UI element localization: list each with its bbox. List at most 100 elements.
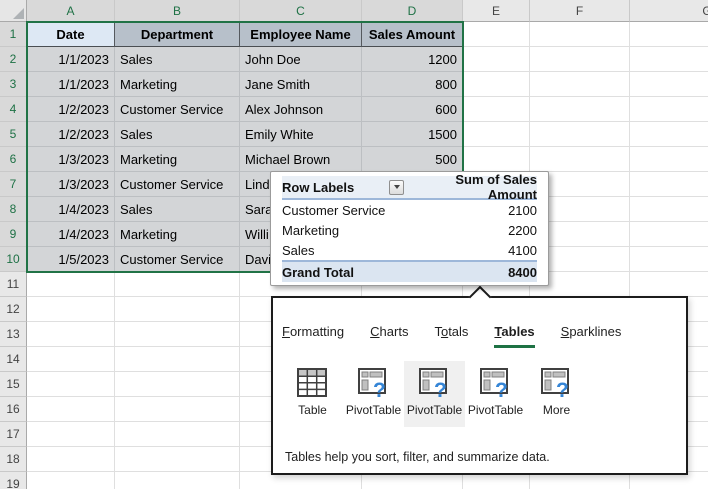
row-header-2[interactable]: 2 (0, 47, 27, 72)
column-header-A[interactable]: A (27, 0, 115, 22)
cell-B13[interactable] (115, 322, 240, 347)
cell-F5[interactable] (530, 122, 630, 147)
cell-E2[interactable] (463, 47, 530, 72)
cell-F6[interactable] (530, 147, 630, 172)
row-header-9[interactable]: 9 (0, 222, 27, 247)
gallery-item-table-1[interactable]: Table (282, 361, 343, 427)
cell-A16[interactable] (27, 397, 115, 422)
cell-A8[interactable]: 1/4/2023 (27, 197, 115, 222)
row-header-11[interactable]: 11 (0, 272, 27, 297)
cell-C1[interactable]: Employee Name (240, 22, 362, 47)
cell-B3[interactable]: Marketing (115, 72, 240, 97)
cell-B9[interactable]: Marketing (115, 222, 240, 247)
cell-D6[interactable]: 500 (362, 147, 463, 172)
cell-G3[interactable] (630, 72, 708, 97)
cell-B5[interactable]: Sales (115, 122, 240, 147)
column-header-B[interactable]: B (115, 0, 240, 22)
row-header-12[interactable]: 12 (0, 297, 27, 322)
cell-D4[interactable]: 600 (362, 97, 463, 122)
cell-A14[interactable] (27, 347, 115, 372)
cell-A4[interactable]: 1/2/2023 (27, 97, 115, 122)
row-header-8[interactable]: 8 (0, 197, 27, 222)
cell-A1[interactable]: Date (27, 22, 115, 47)
row-header-17[interactable]: 17 (0, 422, 27, 447)
gallery-item-pivottable-3[interactable]: ? PivotTable (404, 361, 465, 427)
gallery-item-pivottable-4[interactable]: ? PivotTable (465, 361, 526, 427)
select-all-button[interactable] (0, 0, 27, 22)
cell-A17[interactable] (27, 422, 115, 447)
cell-A10[interactable]: 1/5/2023 (27, 247, 115, 272)
cell-F1[interactable] (530, 22, 630, 47)
cell-G2[interactable] (630, 47, 708, 72)
cell-B8[interactable]: Sales (115, 197, 240, 222)
cell-D5[interactable]: 1500 (362, 122, 463, 147)
row-header-13[interactable]: 13 (0, 322, 27, 347)
cell-B7[interactable]: Customer Service (115, 172, 240, 197)
cell-B19[interactable] (115, 472, 240, 489)
cell-G4[interactable] (630, 97, 708, 122)
column-header-D[interactable]: D (362, 0, 463, 22)
cell-B10[interactable]: Customer Service (115, 247, 240, 272)
cell-A19[interactable] (27, 472, 115, 489)
row-header-18[interactable]: 18 (0, 447, 27, 472)
cell-E5[interactable] (463, 122, 530, 147)
cell-A7[interactable]: 1/3/2023 (27, 172, 115, 197)
cell-C5[interactable]: Emily White (240, 122, 362, 147)
cell-A6[interactable]: 1/3/2023 (27, 147, 115, 172)
cell-E6[interactable] (463, 147, 530, 172)
cell-D3[interactable]: 800 (362, 72, 463, 97)
cell-A15[interactable] (27, 372, 115, 397)
cell-E4[interactable] (463, 97, 530, 122)
cell-A9[interactable]: 1/4/2023 (27, 222, 115, 247)
cell-F2[interactable] (530, 47, 630, 72)
cell-D1[interactable]: Sales Amount (362, 22, 463, 47)
cell-D2[interactable]: 1200 (362, 47, 463, 72)
row-header-4[interactable]: 4 (0, 97, 27, 122)
cell-F4[interactable] (530, 97, 630, 122)
cell-E1[interactable] (463, 22, 530, 47)
gallery-item-pivottable-2[interactable]: ? PivotTable (343, 361, 404, 427)
cell-A3[interactable]: 1/1/2023 (27, 72, 115, 97)
cell-C6[interactable]: Michael Brown (240, 147, 362, 172)
column-header-C[interactable]: C (240, 0, 362, 22)
tab-totals[interactable]: Totals (434, 324, 468, 348)
row-header-3[interactable]: 3 (0, 72, 27, 97)
row-header-14[interactable]: 14 (0, 347, 27, 372)
cell-C2[interactable]: John Doe (240, 47, 362, 72)
cell-B1[interactable]: Department (115, 22, 240, 47)
column-header-F[interactable]: F (530, 0, 630, 22)
cell-A18[interactable] (27, 447, 115, 472)
cell-B4[interactable]: Customer Service (115, 97, 240, 122)
cell-G10[interactable] (630, 247, 708, 272)
cell-B18[interactable] (115, 447, 240, 472)
cell-B2[interactable]: Sales (115, 47, 240, 72)
cell-A12[interactable] (27, 297, 115, 322)
cell-A13[interactable] (27, 322, 115, 347)
cell-B11[interactable] (115, 272, 240, 297)
row-header-1[interactable]: 1 (0, 22, 27, 47)
column-header-E[interactable]: E (463, 0, 530, 22)
cell-A2[interactable]: 1/1/2023 (27, 47, 115, 72)
cell-G8[interactable] (630, 197, 708, 222)
cell-G6[interactable] (630, 147, 708, 172)
cell-B17[interactable] (115, 422, 240, 447)
cell-A5[interactable]: 1/2/2023 (27, 122, 115, 147)
cell-A11[interactable] (27, 272, 115, 297)
tab-formatting[interactable]: Formatting (282, 324, 344, 348)
tab-charts[interactable]: Charts (370, 324, 408, 348)
row-header-5[interactable]: 5 (0, 122, 27, 147)
cell-G7[interactable] (630, 172, 708, 197)
column-header-G[interactable]: G (630, 0, 708, 22)
cell-C4[interactable]: Alex Johnson (240, 97, 362, 122)
cell-G1[interactable] (630, 22, 708, 47)
cell-G5[interactable] (630, 122, 708, 147)
row-header-10[interactable]: 10 (0, 247, 27, 272)
row-header-7[interactable]: 7 (0, 172, 27, 197)
row-header-6[interactable]: 6 (0, 147, 27, 172)
cell-B14[interactable] (115, 347, 240, 372)
cell-B16[interactable] (115, 397, 240, 422)
cell-C3[interactable]: Jane Smith (240, 72, 362, 97)
cell-G9[interactable] (630, 222, 708, 247)
tab-tables[interactable]: Tables (494, 324, 535, 348)
row-header-16[interactable]: 16 (0, 397, 27, 422)
